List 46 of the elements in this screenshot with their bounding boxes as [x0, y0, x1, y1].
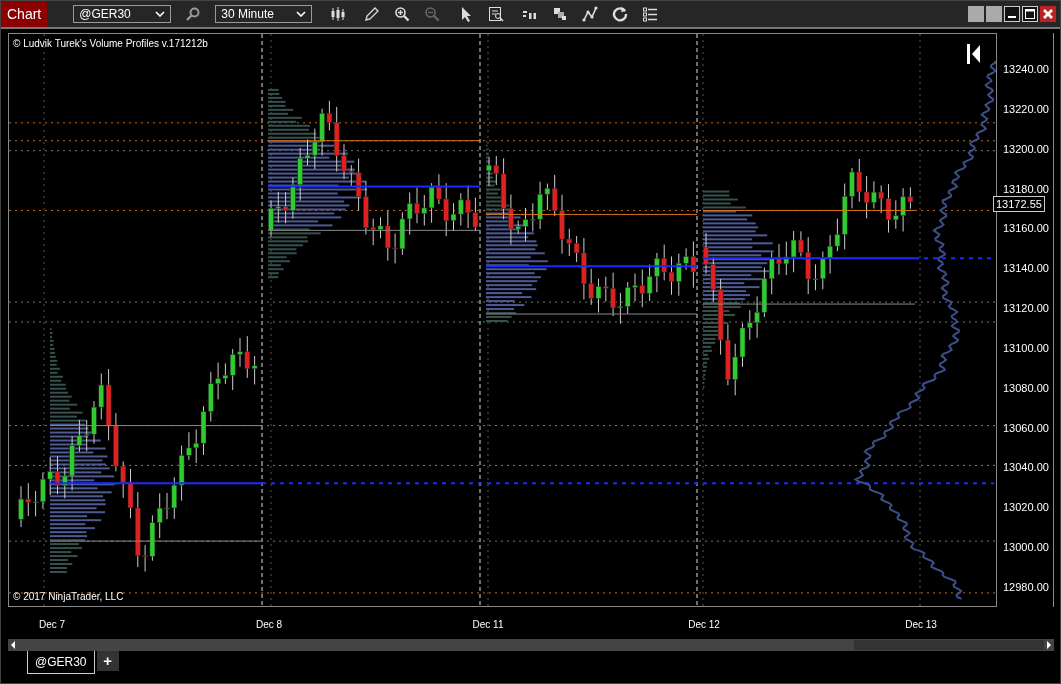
price-label: 13020.00 — [1003, 501, 1049, 514]
close-icon[interactable] — [1040, 6, 1056, 22]
time-label: Dec 13 — [904, 619, 938, 630]
candlestick-icon[interactable] — [330, 6, 347, 22]
price-label: 13100.00 — [1003, 341, 1049, 354]
scrollbar[interactable] — [8, 639, 1054, 651]
chevron-down-icon — [155, 11, 166, 17]
instrument-selector[interactable]: @GER30 — [73, 5, 172, 23]
window-title: Chart — [1, 1, 48, 27]
price-label: 13160.00 — [1003, 222, 1049, 235]
add-tab-button[interactable]: + — [96, 651, 119, 671]
scroll-left-icon[interactable] — [10, 641, 16, 649]
scroll-right-icon[interactable] — [1046, 641, 1052, 649]
maximize-icon[interactable] — [1022, 6, 1038, 22]
indicator-label: © Ludvik Turek's Volume Profiles v.171212b — [13, 38, 208, 49]
price-label: 13220.00 — [1003, 102, 1049, 115]
zoom-out-icon[interactable] — [424, 6, 441, 22]
time-label: Dec 7 — [37, 619, 67, 630]
search-icon[interactable] — [185, 6, 202, 22]
time-label: Dec 8 — [254, 619, 284, 630]
time-label: Dec 12 — [687, 619, 721, 630]
list-icon[interactable] — [642, 6, 659, 22]
line-tool-icon[interactable] — [582, 6, 599, 22]
refresh-icon[interactable] — [612, 6, 629, 22]
price-label: 13080.00 — [1003, 381, 1049, 394]
copyright-text: © 2017 NinjaTrader, LLC — [13, 591, 124, 602]
zoom-in-icon[interactable] — [394, 6, 411, 22]
layers-icon[interactable] — [552, 6, 569, 22]
price-label: 13000.00 — [1003, 541, 1049, 554]
current-price-marker: 13172.55 — [993, 196, 1045, 212]
data-box-icon[interactable] — [488, 6, 505, 22]
chart-tab[interactable]: @GER30 — [27, 651, 95, 674]
price-label: 13040.00 — [1003, 461, 1049, 474]
time-label: Dec 11 — [471, 619, 505, 630]
scrollbar-thumb[interactable] — [854, 640, 1044, 650]
price-label: 13140.00 — [1003, 262, 1049, 275]
interval-selector[interactable]: 30 Minute — [215, 5, 313, 23]
chevron-down-icon — [296, 11, 307, 17]
price-label: 13200.00 — [1003, 142, 1049, 155]
price-label: 12980.00 — [1003, 580, 1049, 593]
price-label: 13240.00 — [1003, 63, 1049, 75]
price-label: 13060.00 — [1003, 421, 1049, 434]
price-label: 13180.00 — [1003, 182, 1049, 195]
pencil-icon[interactable] — [364, 6, 381, 22]
minimize-icon[interactable] — [1004, 6, 1020, 22]
price-label: 13120.00 — [1003, 302, 1049, 315]
